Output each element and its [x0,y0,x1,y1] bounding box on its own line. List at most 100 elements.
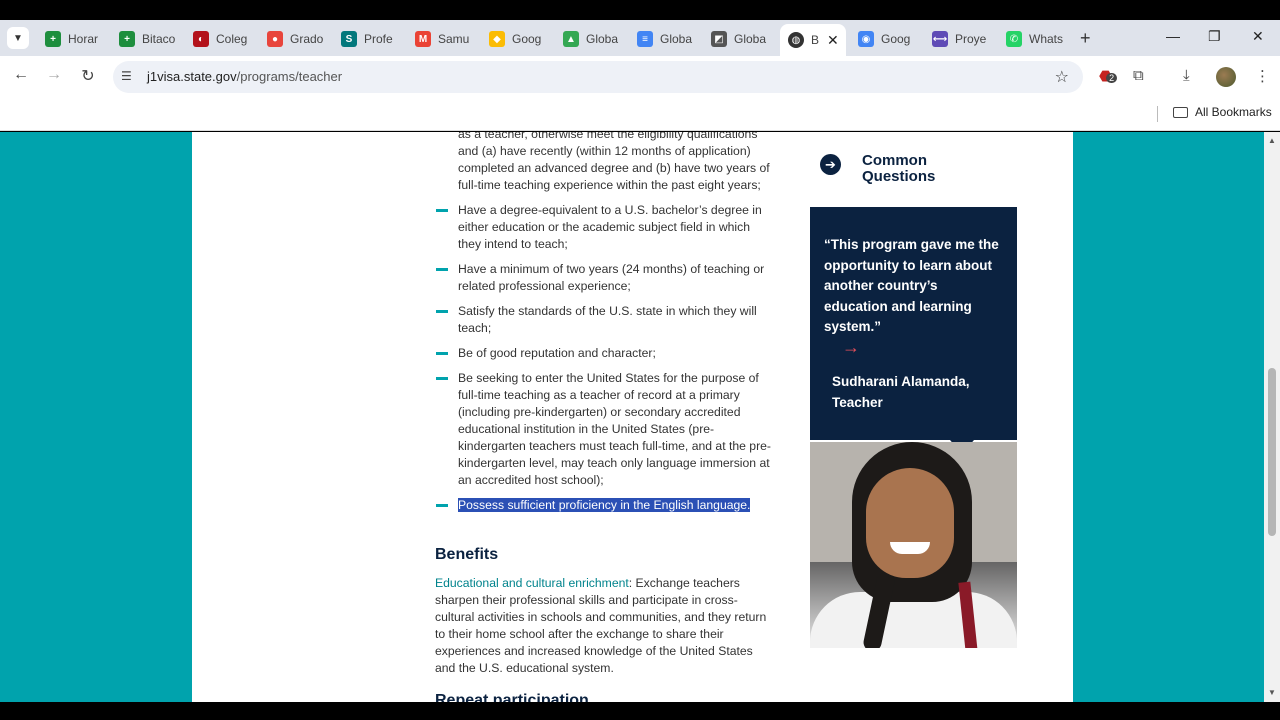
bullet-dash [436,377,448,380]
favicon-icon: ◩ [711,31,727,47]
extension-badge: 2 [1106,73,1118,83]
scroll-up-icon[interactable]: ▲ [1268,136,1276,145]
bullet-item: Satisfy the standards of the U.S. state … [458,303,788,337]
os-bottom-bar [0,702,1280,720]
favicon-icon: ◆ [489,31,505,47]
bullet-line: full-time teaching as a teacher of recor… [458,388,740,402]
bookmarks-separator [1157,106,1158,122]
tab-label: Grado [290,32,324,46]
tab-8[interactable]: ≡ Globa [637,26,703,52]
arrow-right-icon[interactable]: → [842,337,860,358]
os-top-bar [0,0,1280,20]
repeat-heading: Repeat participation [435,692,589,702]
download-icon[interactable]: ⤓ [1183,67,1190,84]
window-close-icon[interactable]: ✕ [1252,28,1264,45]
tab-10[interactable]: ◉ Goog [858,26,924,52]
avatar[interactable] [1216,67,1236,87]
bullet-line: (including pre-kindergarten) or secondar… [458,405,741,419]
tab-5[interactable]: M Samu [415,26,481,52]
url-text[interactable]: j1visa.state.gov/programs/teacher [147,69,342,84]
tab-2[interactable]: ◐ Coleg [193,26,259,52]
url-path: /programs/teacher [236,69,343,84]
common-questions-link[interactable]: Common Questions [862,153,982,185]
back-icon[interactable]: ← [10,66,32,84]
bookmark-star-icon[interactable]: ☆ [1055,67,1069,87]
close-tab-icon[interactable]: ✕ [827,32,839,49]
favicon-icon: S [341,31,357,47]
tab-0[interactable]: + Horar [45,26,111,52]
tab-label: Proye [955,32,987,46]
favicon-icon: ● [267,31,283,47]
bullet-line: an accredited host school); [458,473,604,487]
tab-12[interactable]: ✆ Whats [1006,26,1072,52]
globe-icon: ◍ [788,32,804,48]
reload-icon[interactable]: ↻ [77,66,99,86]
tab-label: Coleg [216,32,248,46]
tab-11[interactable]: ⟷ Proye [932,26,998,52]
restore-icon[interactable]: ❐ [1208,28,1221,45]
favicon-icon: ◐ [193,31,209,47]
site-settings-icon[interactable]: ☰ [121,69,132,83]
intro-paragraph: as a teacher, otherwise meet the eligibi… [458,132,788,194]
extension-icon[interactable]: ⬣2 [1099,67,1118,85]
tab-label: Bitaco [142,32,176,46]
benefits-heading: Benefits [435,546,499,563]
menu-icon[interactable]: ⋮ [1255,67,1270,85]
tab-9[interactable]: ◩ Globa [711,26,777,52]
benefits-line: : Exchange teachers [628,576,740,590]
address-bar[interactable]: ☰ j1visa.state.gov/programs/teacher ☆ [113,61,1083,93]
forward-icon[interactable]: → [43,66,65,84]
bullet-line: Have a degree-equivalent to a U.S. bache… [458,203,762,217]
tab-3[interactable]: ● Grado [267,26,333,52]
bullet-line: kindergarten teachers must teach full-ti… [458,439,771,453]
arrow-right-circle-icon[interactable]: ➔ [820,154,841,175]
tab-1[interactable]: + Bitaco [119,26,185,52]
favicon-icon: + [119,31,135,47]
bullet-dash [436,268,448,271]
tab-label: Globa [660,32,693,46]
bullet-item: Be seeking to enter the United States fo… [458,370,788,489]
favicon-icon: M [415,31,431,47]
bullet-dash [436,310,448,313]
bullet-line: teach; [458,321,492,335]
tab-active[interactable]: ◍ B ✕ [780,24,846,56]
testimonial-quote: “This program gave me the opportunity to… [824,237,999,335]
intro-line: full-time teaching experience within the… [458,178,761,192]
benefits-line: sharpen their professional skills and pa… [435,593,738,607]
bullet-line: Be of good reputation and character; [458,346,656,360]
bookmarks-bar: All Bookmarks [0,98,1280,131]
scrollbar[interactable]: ▲ ▼ [1264,132,1280,702]
tab-7[interactable]: ▲ Globa [563,26,629,52]
tab-6[interactable]: ◆ Goog [489,26,555,52]
bullet-line: either education or the academic subject… [458,220,750,234]
tab-label: Goog [881,32,911,46]
photo-face [866,468,954,578]
bullet-line: Be seeking to enter the United States fo… [458,371,759,385]
puzzle-icon[interactable]: ⧉ [1133,67,1144,84]
tab-search-button[interactable]: ▼ [7,27,29,49]
benefits-lead: Educational and cultural enrichment [435,576,629,590]
selected-text[interactable]: Possess sufficient proficiency in the En… [458,498,751,512]
testimonial-card: “This program gave me the opportunity to… [810,207,1017,454]
favicon-icon: ✆ [1006,31,1022,47]
tab-label: Globa [734,32,767,46]
tab-label: Samu [438,32,470,46]
tab-4[interactable]: S Profe [341,26,407,52]
chevron-down-icon: ▼ [13,32,23,44]
bullet-line: Have a minimum of two years (24 months) … [458,262,765,276]
bullet-dash [436,209,448,212]
scrollbar-thumb[interactable] [1268,368,1276,536]
minimize-icon[interactable]: — [1166,28,1180,44]
tab-label: Profe [364,32,393,46]
scroll-down-icon[interactable]: ▼ [1268,688,1276,697]
new-tab-button[interactable]: + [1080,28,1091,49]
favicon-icon: ⟷ [932,31,948,47]
all-bookmarks-label: All Bookmarks [1195,105,1272,119]
bullet-item: Have a minimum of two years (24 months) … [458,261,788,295]
url-host: j1visa.state.gov [147,69,237,84]
tab-label: Globa [586,32,619,46]
teacher-photo [810,442,1017,648]
bullet-line: kindergarten level, may teach only langu… [458,456,770,470]
all-bookmarks-button[interactable]: All Bookmarks [1173,105,1272,119]
folder-icon [1173,106,1188,118]
